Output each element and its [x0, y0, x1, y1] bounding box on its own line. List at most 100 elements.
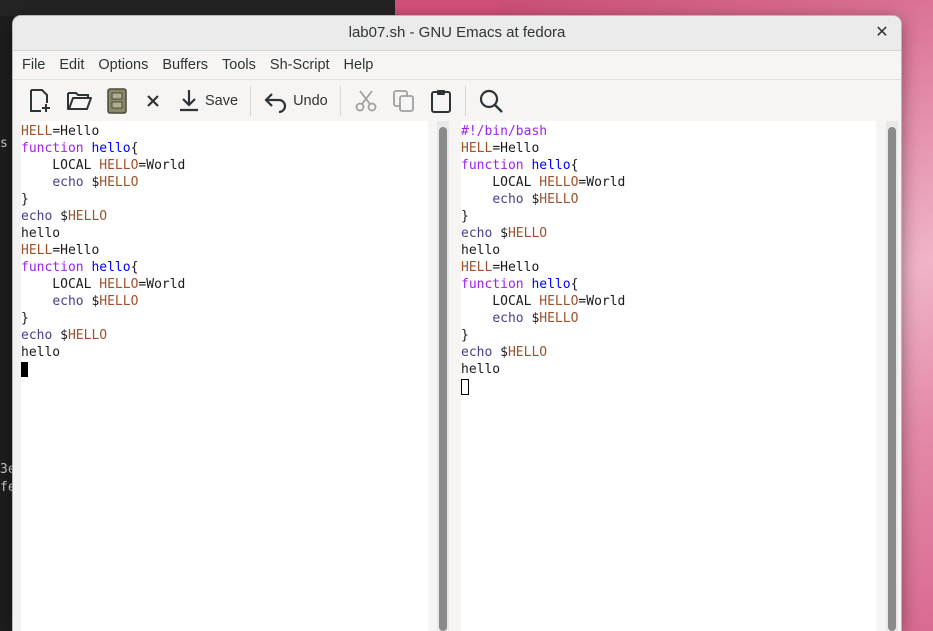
code-line[interactable]: echo $HELLO	[461, 225, 876, 242]
code-line[interactable]: }	[461, 208, 876, 225]
right-editor-pane[interactable]: #!/bin/bash HELL=Hello function hello{ LOC…	[461, 121, 876, 631]
kill-buffer-button[interactable]	[135, 84, 171, 118]
code-token: LOCAL	[21, 277, 100, 292]
code-token: $	[492, 345, 508, 360]
code-line[interactable]: hello	[461, 242, 876, 259]
code-token: {	[570, 158, 579, 173]
toolbar-separator	[339, 86, 341, 116]
code-token: LOCAL	[21, 158, 100, 173]
code-line[interactable]: function hello{	[461, 276, 876, 293]
code-line[interactable]: #!/bin/bash	[461, 123, 876, 140]
code-line[interactable]: LOCAL HELLO=World	[21, 157, 428, 174]
code-line[interactable]: HELL=Hello	[21, 123, 428, 140]
code-token: echo	[492, 192, 524, 207]
code-token: HELLO	[539, 311, 579, 326]
code-token: function	[21, 141, 84, 156]
emacs-window: lab07.sh - GNU Emacs at fedora ✕ File Ed…	[13, 16, 901, 631]
menu-options[interactable]: Options	[91, 57, 155, 73]
code-token: HELLO	[99, 294, 139, 309]
title-bar[interactable]: lab07.sh - GNU Emacs at fedora ✕	[13, 16, 901, 51]
menu-tools[interactable]: Tools	[215, 57, 263, 73]
code-line[interactable]: echo $HELLO	[461, 191, 876, 208]
code-token: }	[461, 209, 469, 224]
menu-buffers[interactable]: Buffers	[155, 57, 215, 73]
code-token: $	[52, 209, 68, 224]
save-button[interactable]: Save	[171, 84, 244, 118]
code-token: hello	[91, 141, 131, 156]
close-x-icon	[147, 95, 159, 107]
code-line[interactable]: function hello{	[21, 140, 428, 157]
code-token: #!/bin/bash	[461, 124, 548, 139]
code-token: =World	[138, 158, 186, 173]
code-line[interactable]: echo $HELLO	[461, 344, 876, 361]
toolbar-separator	[250, 86, 252, 116]
code-line[interactable]: echo $HELLO	[461, 310, 876, 327]
desktop-window-fragment	[395, 0, 500, 16]
code-token: {	[130, 141, 139, 156]
scrollbar-left[interactable]	[437, 121, 449, 631]
code-token: function	[461, 277, 524, 292]
cut-button[interactable]	[347, 84, 385, 118]
code-buffer-right[interactable]: #!/bin/bash HELL=Hello function hello{ LOC…	[461, 121, 876, 395]
menu-sh-script[interactable]: Sh-Script	[263, 57, 337, 73]
code-line[interactable]	[461, 378, 876, 395]
code-token: HELL	[461, 141, 493, 156]
code-token: hello	[531, 277, 571, 292]
code-token: echo	[52, 294, 84, 309]
code-token: HELLO	[67, 328, 108, 343]
close-icon: ✕	[875, 24, 889, 41]
paste-button[interactable]	[423, 84, 459, 118]
menu-help[interactable]: Help	[337, 57, 381, 73]
desktop-background-left	[0, 0, 14, 631]
code-line[interactable]: HELL=Hello	[21, 242, 428, 259]
code-line[interactable]	[21, 361, 428, 378]
code-token: HELLO	[99, 158, 139, 173]
code-token: }	[21, 192, 29, 207]
code-token: HELLO	[539, 192, 579, 207]
code-token: HELLO	[99, 175, 139, 190]
code-line[interactable]: hello	[21, 225, 428, 242]
undo-button[interactable]: Undo	[257, 84, 334, 118]
code-line[interactable]: LOCAL HELLO=World	[461, 293, 876, 310]
left-editor-pane[interactable]: HELL=Hello function hello{ LOCAL HELLO=Wo…	[21, 121, 428, 631]
code-line[interactable]: LOCAL HELLO=World	[461, 174, 876, 191]
code-line[interactable]: }	[21, 191, 428, 208]
code-token: HELL	[21, 124, 53, 139]
code-buffer-left[interactable]: HELL=Hello function hello{ LOCAL HELLO=Wo…	[21, 121, 428, 378]
code-line[interactable]: LOCAL HELLO=World	[21, 276, 428, 293]
code-line[interactable]: hello	[461, 361, 876, 378]
scissors-icon	[355, 90, 377, 112]
code-line[interactable]: }	[461, 327, 876, 344]
code-token: {	[130, 260, 139, 275]
search-icon	[479, 89, 503, 113]
menu-edit[interactable]: Edit	[52, 57, 91, 73]
code-line[interactable]: HELL=Hello	[461, 259, 876, 276]
code-line[interactable]: echo $HELLO	[21, 208, 428, 225]
new-file-button[interactable]	[21, 84, 59, 118]
search-button[interactable]	[472, 84, 510, 118]
menu-file[interactable]: File	[15, 57, 52, 73]
code-token: LOCAL	[461, 175, 540, 190]
scrollbar-thumb[interactable]	[888, 127, 896, 631]
code-line[interactable]: echo $HELLO	[21, 293, 428, 310]
code-token: hello	[531, 158, 571, 173]
code-line[interactable]: echo $HELLO	[21, 327, 428, 344]
dired-button[interactable]	[99, 84, 135, 118]
code-line[interactable]: hello	[21, 344, 428, 361]
scrollbar-thumb[interactable]	[439, 127, 447, 631]
code-token: $	[83, 175, 100, 190]
code-line[interactable]: HELL=Hello	[461, 140, 876, 157]
scrollbar-right[interactable]	[886, 121, 898, 631]
code-token: HELLO	[507, 226, 548, 241]
code-line[interactable]: function hello{	[461, 157, 876, 174]
copy-button[interactable]	[385, 84, 423, 118]
code-line[interactable]: echo $HELLO	[21, 174, 428, 191]
code-line[interactable]: }	[21, 310, 428, 327]
undo-arrow-icon	[264, 93, 287, 113]
code-token: $	[523, 192, 540, 207]
close-button[interactable]: ✕	[871, 22, 893, 44]
code-line[interactable]: function hello{	[21, 259, 428, 276]
menu-bar: File Edit Options Buffers Tools Sh-Scrip…	[13, 51, 901, 79]
open-folder-button[interactable]	[59, 84, 99, 118]
